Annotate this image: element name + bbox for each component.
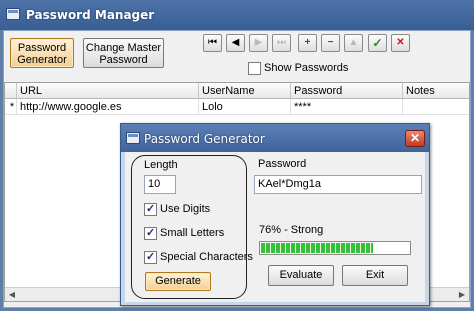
dialog-title: Password Generator xyxy=(144,132,265,146)
password-label: Password xyxy=(258,158,307,170)
confirm-icon[interactable]: ✓ xyxy=(368,34,387,52)
dialog-window-icon xyxy=(126,132,140,144)
cell-username[interactable]: Lolo xyxy=(199,99,291,115)
cell-notes[interactable] xyxy=(403,99,469,115)
close-icon[interactable]: ✕ xyxy=(405,130,425,147)
main-window-title: Password Manager xyxy=(26,8,155,22)
column-header-url[interactable]: URL xyxy=(17,83,199,99)
first-record-icon[interactable]: ⏮ xyxy=(203,34,222,52)
cell-password[interactable]: **** xyxy=(291,99,403,115)
last-record-icon[interactable]: ⏭ xyxy=(272,34,291,52)
previous-record-icon[interactable]: ◀ xyxy=(226,34,245,52)
column-header-password[interactable]: Password xyxy=(291,83,403,99)
main-titlebar[interactable]: Password Manager xyxy=(0,0,474,30)
delete-record-icon[interactable]: − xyxy=(321,34,340,52)
column-header-username[interactable]: UserName xyxy=(199,83,291,99)
next-record-icon[interactable]: ▶ xyxy=(249,34,268,52)
show-passwords-label: Show Passwords xyxy=(264,62,349,74)
strength-progress-fill xyxy=(261,243,374,253)
change-master-label-line2: Password xyxy=(99,54,148,66)
scroll-left-icon[interactable]: ◀ xyxy=(5,289,19,301)
generate-button[interactable]: Generate xyxy=(145,272,211,291)
password-generator-label-line2: Generator xyxy=(17,54,67,66)
length-input[interactable]: 10 xyxy=(144,175,176,194)
password-generator-dialog: Password Generator ✕ Length 10 Use Digit… xyxy=(120,123,430,306)
generated-password-field[interactable]: KAel*Dmg1a xyxy=(254,175,422,194)
dialog-titlebar[interactable]: Password Generator ✕ xyxy=(121,124,429,152)
cell-url[interactable]: http://www.google.es xyxy=(17,99,199,115)
special-characters-checkbox[interactable] xyxy=(144,250,157,264)
show-passwords-checkbox[interactable] xyxy=(248,62,261,75)
small-letters-checkbox[interactable] xyxy=(144,226,157,240)
cancel-edit-icon[interactable]: ✕ xyxy=(391,34,410,52)
password-generator-label-line1: Password xyxy=(17,42,67,54)
scroll-right-icon[interactable]: ▶ xyxy=(455,289,469,301)
use-digits-checkbox[interactable] xyxy=(144,202,157,216)
row-header-corner xyxy=(5,83,17,99)
move-up-icon[interactable]: ▲ xyxy=(344,34,363,52)
change-master-label-line1: Change Master xyxy=(85,42,162,54)
dialog-body: Length 10 Use Digits Small Letters Speci… xyxy=(125,152,425,302)
strength-progress-bar xyxy=(259,241,411,255)
strength-text: 76% - Strong xyxy=(259,224,324,236)
new-row-marker: * xyxy=(5,99,17,115)
add-record-icon[interactable]: + xyxy=(298,34,317,52)
special-characters-label: Special Characters xyxy=(160,251,253,263)
small-letters-label: Small Letters xyxy=(160,227,225,239)
change-master-password-button[interactable]: Change Master Password xyxy=(83,38,164,68)
evaluate-button[interactable]: Evaluate xyxy=(268,265,334,286)
use-digits-label: Use Digits xyxy=(160,203,211,215)
table-row[interactable]: * http://www.google.es Lolo **** xyxy=(5,99,469,115)
column-header-notes[interactable]: Notes xyxy=(403,83,469,99)
app-window-icon xyxy=(6,8,20,20)
length-label: Length xyxy=(144,159,178,171)
exit-button[interactable]: Exit xyxy=(342,265,408,286)
grid-header: URL UserName Password Notes xyxy=(5,83,469,99)
password-generator-button[interactable]: Password Generator xyxy=(10,38,74,68)
